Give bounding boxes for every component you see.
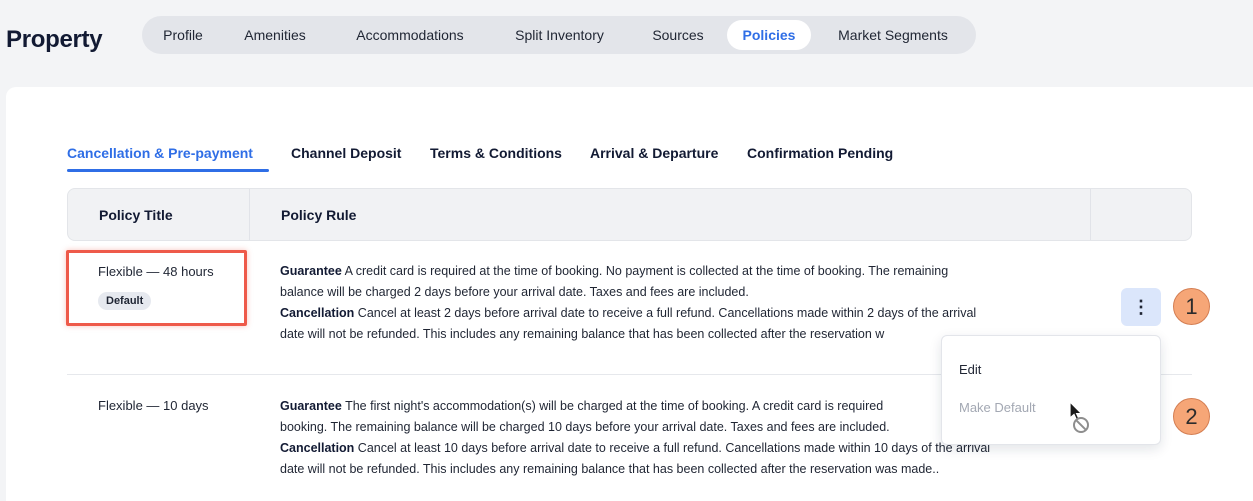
- column-header-policy-rule: Policy Rule: [281, 207, 357, 223]
- tab-split-inventory[interactable]: Split Inventory: [507, 20, 612, 50]
- annotation-highlight-box: [66, 250, 247, 326]
- subtab-cancellation-prepayment[interactable]: Cancellation & Pre-payment: [67, 145, 253, 161]
- column-divider: [1090, 189, 1091, 240]
- row-actions-menu: Edit Make Default: [941, 335, 1161, 445]
- guarantee-text: balance will be charged 2 days before yo…: [280, 285, 749, 299]
- subtab-confirmation-pending[interactable]: Confirmation Pending: [747, 145, 893, 161]
- step-marker-2: 2: [1173, 398, 1210, 435]
- cancellation-text: date will not be refunded. This includes…: [280, 327, 885, 341]
- tab-policies[interactable]: Policies: [727, 20, 811, 50]
- active-subtab-indicator: [67, 169, 269, 172]
- tab-accommodations[interactable]: Accommodations: [345, 20, 475, 50]
- step-marker-1: 1: [1173, 288, 1210, 325]
- cancellation-label: Cancellation: [280, 441, 355, 455]
- tab-market-segments[interactable]: Market Segments: [829, 20, 957, 50]
- guarantee-text: A credit card is required at the time of…: [341, 264, 949, 278]
- tab-profile[interactable]: Profile: [160, 20, 206, 50]
- guarantee-text: The first night's accommodation(s) will …: [341, 399, 884, 413]
- guarantee-label: Guarantee: [280, 399, 342, 413]
- table-header: Policy Title Policy Rule: [67, 188, 1192, 241]
- column-divider: [249, 189, 250, 240]
- cancellation-text: Cancel at least 10 days before arrival d…: [354, 441, 991, 455]
- page-title: Property: [6, 26, 103, 53]
- top-tab-bar: Profile Amenities Accommodations Split I…: [142, 16, 976, 54]
- menu-item-edit[interactable]: Edit: [942, 352, 1160, 388]
- menu-item-make-default-label: Make Default: [959, 400, 1036, 415]
- subtab-channel-deposit[interactable]: Channel Deposit: [291, 145, 401, 161]
- column-header-policy-title: Policy Title: [99, 207, 173, 223]
- guarantee-text: booking. The remaining balance will be c…: [280, 420, 890, 434]
- subtab-arrival-departure[interactable]: Arrival & Departure: [590, 145, 718, 161]
- cancellation-label: Cancellation: [280, 306, 355, 320]
- menu-item-make-default[interactable]: Make Default: [942, 390, 1160, 426]
- row-actions-kebab-button[interactable]: ⋮: [1121, 288, 1161, 326]
- tab-sources[interactable]: Sources: [644, 20, 712, 50]
- subtab-terms-conditions[interactable]: Terms & Conditions: [430, 145, 562, 161]
- cancellation-text: Cancel at least 2 days before arrival da…: [354, 306, 977, 320]
- policy-rule: Guarantee A credit card is required at t…: [280, 261, 1060, 345]
- policy-title[interactable]: Flexible — 10 days: [98, 398, 209, 413]
- cancellation-text: date will not be refunded. This includes…: [280, 462, 940, 476]
- not-allowed-cursor-icon: [1068, 400, 1094, 440]
- tab-amenities[interactable]: Amenities: [237, 20, 313, 50]
- guarantee-label: Guarantee: [280, 264, 342, 278]
